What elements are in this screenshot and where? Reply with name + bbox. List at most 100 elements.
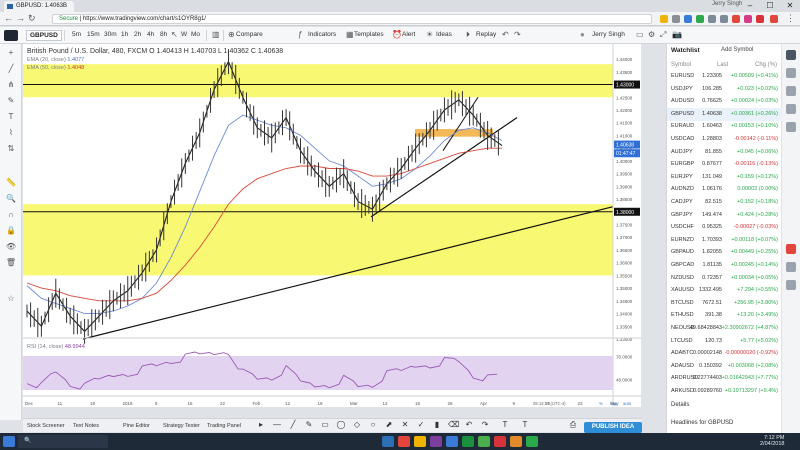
browser-menu-icon[interactable]: ⋮ bbox=[786, 13, 795, 24]
pitchfork-icon[interactable]: ⋔ bbox=[5, 80, 17, 90]
interval-15m[interactable]: 15m bbox=[87, 30, 100, 40]
watchlist-row[interactable]: ADAUSD 0.150392 +0.003068 (+2.08%) bbox=[667, 360, 782, 373]
extension-icon[interactable] bbox=[732, 15, 740, 23]
text-tool-icon[interactable]: T bbox=[500, 420, 510, 430]
reload-icon[interactable]: ↻ bbox=[28, 13, 36, 24]
watchlist-row[interactable]: EURGBP 0.87677 -0.00116 (-0.13%) bbox=[667, 158, 782, 171]
ema20-label[interactable]: EMA (20, close) bbox=[27, 57, 66, 63]
pen-tool-icon[interactable]: ✎ bbox=[304, 420, 314, 430]
symbol-search-input[interactable]: GBPUSD bbox=[26, 30, 62, 41]
tab-strategy-tester[interactable]: Strategy Tester bbox=[163, 422, 200, 430]
snapshot-icon[interactable]: 📷 bbox=[672, 30, 682, 39]
watchlist-row[interactable]: EURNZD 1.70393 +0.00118 (+0.07%) bbox=[667, 234, 782, 247]
watchlist-row[interactable]: GBPJPY 149.474 +0.424 (+0.28%) bbox=[667, 209, 782, 222]
arrow-tool-icon[interactable]: ⬈ bbox=[384, 420, 394, 430]
headlines-section[interactable]: Headlines for GBPUSD bbox=[671, 420, 733, 426]
watchlist-row[interactable]: USDCHF 0.95325 -0.00027 (-0.03%) bbox=[667, 221, 782, 234]
taskbar-app-icon[interactable] bbox=[478, 436, 490, 447]
alert-button[interactable]: Alert bbox=[402, 30, 415, 40]
tab-pine-editor[interactable]: Pine Editor bbox=[123, 422, 150, 430]
watchlist-row[interactable]: AUDUSD 0.76625 +0.00024 (+0.03%) bbox=[667, 95, 782, 108]
lock-icon[interactable]: 🔒 bbox=[5, 226, 17, 236]
maximize-icon[interactable]: ☐ bbox=[760, 0, 780, 12]
account-menu[interactable]: Jerry Singh bbox=[592, 30, 625, 40]
browser-tab[interactable]: GBPUSD: 1.4063B ▲+0... bbox=[4, 1, 74, 20]
fullscreen-icon[interactable]: ⤢ bbox=[660, 30, 666, 40]
details-section[interactable]: Details bbox=[671, 402, 689, 408]
extension-icon[interactable] bbox=[684, 15, 692, 23]
close-window-icon[interactable]: ✕ bbox=[780, 0, 800, 12]
taskbar-search[interactable]: 🔍 bbox=[18, 435, 108, 448]
highlighter-tool-icon[interactable]: ▮ bbox=[432, 420, 442, 430]
trade-icon[interactable] bbox=[786, 280, 796, 290]
excel-icon[interactable] bbox=[462, 436, 474, 447]
watchlist-row[interactable]: NZDUSD 0.72357 +0.00034 (+0.05%) bbox=[667, 272, 782, 285]
taskbar-app-icon[interactable] bbox=[494, 436, 506, 447]
eraser-tool-icon[interactable]: ⌫ bbox=[448, 420, 459, 430]
chart-layout-icon[interactable]: ▭ bbox=[636, 30, 644, 39]
taskbar-app-icon[interactable] bbox=[430, 436, 442, 447]
watchlist-row[interactable]: AUDNZD 1.06176 0.00003 (0.00%) bbox=[667, 183, 782, 196]
prediction-icon[interactable]: ⇅ bbox=[5, 144, 17, 154]
rsi-label[interactable]: RSI (14, close) bbox=[27, 344, 63, 350]
interval-8h[interactable]: 8h bbox=[160, 30, 167, 40]
diagonal-tool-icon[interactable]: ╱ bbox=[288, 420, 298, 430]
ellipse-tool-icon[interactable]: ◯ bbox=[336, 420, 346, 430]
taskbar-app-icon[interactable] bbox=[510, 436, 522, 447]
extension-icon[interactable] bbox=[744, 15, 752, 23]
magnet-icon[interactable]: ∩ bbox=[5, 210, 17, 220]
chat-icon[interactable] bbox=[786, 244, 796, 254]
line-tool-icon[interactable]: — bbox=[272, 420, 282, 430]
extension-icon[interactable] bbox=[696, 15, 704, 23]
watchlist-row[interactable]: EURUSD 1.23305 +0.00509 (+0.41%) bbox=[667, 70, 782, 83]
watchlist-row[interactable]: BTCUSD 7672.51 +256.95 (+3.80%) bbox=[667, 297, 782, 310]
data-window-icon[interactable] bbox=[786, 86, 796, 96]
favorites-icon[interactable]: ☆ bbox=[5, 294, 17, 304]
extension-icon[interactable] bbox=[770, 15, 778, 23]
minimize-icon[interactable]: – bbox=[740, 0, 760, 12]
eye-icon[interactable]: 👁 bbox=[5, 242, 17, 252]
undo-icon[interactable]: ↶ bbox=[502, 30, 509, 39]
watchlist-row[interactable]: GBPAUD 1.82055 +0.00449 (+0.25%) bbox=[667, 246, 782, 259]
trash-icon[interactable]: 🗑 bbox=[5, 258, 17, 268]
extension-icon[interactable] bbox=[720, 15, 728, 23]
brush-icon[interactable]: ✎ bbox=[5, 96, 17, 106]
clock[interactable]: 7:12 PM 2/04/2018 bbox=[760, 435, 784, 447]
diamond-tool-icon[interactable]: ◇ bbox=[352, 420, 362, 430]
text-tool-icon[interactable]: T bbox=[520, 420, 530, 430]
add-symbol-button[interactable]: Add Symbol bbox=[721, 47, 753, 53]
col-last-header[interactable]: Last bbox=[717, 62, 728, 68]
watchlist-row[interactable]: GBPCAD 1.81135 +0.00245 (+0.14%) bbox=[667, 259, 782, 272]
settings-icon[interactable]: ⚙ bbox=[648, 30, 655, 39]
crosshair-icon[interactable]: + bbox=[5, 48, 17, 58]
col-chg-header[interactable]: Chg (%) bbox=[755, 62, 777, 68]
indicators-button[interactable]: Indicators bbox=[308, 30, 336, 40]
back-icon[interactable]: ← bbox=[4, 13, 13, 23]
interval-4h[interactable]: 4h bbox=[147, 30, 154, 40]
trend-line-icon[interactable]: ╱ bbox=[5, 64, 17, 74]
watchlist-title[interactable]: Watchlist bbox=[671, 47, 700, 54]
templates-button[interactable]: Templates bbox=[354, 30, 384, 40]
watchlist-row[interactable]: XAUUSD 1332.495 +7.294 (+0.55%) bbox=[667, 284, 782, 297]
hotlist-icon[interactable] bbox=[786, 104, 796, 114]
watchlist-icon[interactable] bbox=[786, 50, 796, 60]
circle-tool-icon[interactable]: ○ bbox=[368, 420, 378, 430]
text-icon[interactable]: T bbox=[5, 112, 17, 122]
watchlist-row[interactable]: ETHUSD 391.38 +13.20 (+3.49%) bbox=[667, 309, 782, 322]
bookmark-star-icon[interactable] bbox=[660, 15, 668, 23]
taskbar-app-icon[interactable] bbox=[398, 436, 410, 447]
tab-text-notes[interactable]: Text Notes bbox=[73, 422, 99, 430]
watchlist-row[interactable]: ARDRUSD 0.22774403 +0.01642943 (+7.77%) bbox=[667, 372, 782, 385]
chrome-icon[interactable] bbox=[526, 436, 538, 447]
forward-icon[interactable]: → bbox=[16, 13, 25, 23]
watchlist-row[interactable]: LTCUSD 120.73 +5.77 (+5.02%) bbox=[667, 335, 782, 348]
user-avatar-icon[interactable]: ● bbox=[580, 30, 585, 39]
check-tool-icon[interactable]: ✓ bbox=[416, 420, 426, 430]
tradingview-logo[interactable] bbox=[4, 30, 18, 41]
calendar-icon[interactable] bbox=[786, 122, 796, 132]
watchlist-row[interactable]: ARKUSD 0.09289760 +0.19713297 (+9.4%) bbox=[667, 385, 782, 398]
price-chart[interactable]: 1.44000 1.43500 1.43000 1.42500 1.42000 1.415… bbox=[23, 44, 641, 407]
ema50-label[interactable]: EMA (50, close) bbox=[27, 65, 66, 71]
taskbar-app-icon[interactable] bbox=[382, 436, 394, 447]
pattern-icon[interactable]: ⌇ bbox=[5, 128, 17, 138]
